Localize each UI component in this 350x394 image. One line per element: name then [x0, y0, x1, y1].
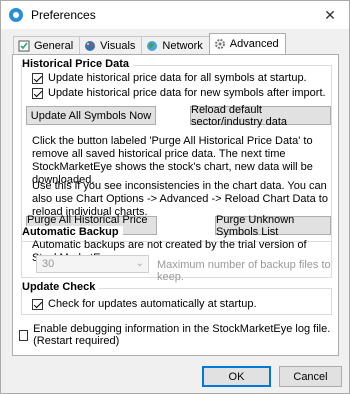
update-all-symbols-button[interactable]: Update All Symbols Now — [26, 106, 156, 125]
tab-advanced[interactable]: Advanced — [208, 33, 286, 54]
tab-bar: General Visuals Network Advanced — [13, 33, 286, 54]
debug-logging-label: Enable debugging information in the Stoc… — [33, 323, 331, 347]
historical-price-title: Historical Price Data — [22, 58, 133, 70]
app-icon — [9, 8, 23, 22]
update-check-group: Update Check Check for updates automatic… — [21, 281, 332, 315]
tab-network[interactable]: Network — [141, 36, 210, 54]
checkbox-unchecked-icon — [19, 329, 29, 341]
tab-visuals[interactable]: Visuals — [79, 36, 143, 54]
tab-general-label: General — [34, 39, 74, 52]
ok-button[interactable]: OK — [202, 366, 271, 387]
gear-icon — [214, 39, 225, 49]
palette-icon — [85, 40, 96, 51]
tab-visuals-label: Visuals — [100, 39, 136, 52]
reload-sector-industry-button[interactable]: Reload default sector/industry data — [190, 104, 331, 128]
update-new-import-checkbox[interactable]: Update historical price data for new sym… — [32, 87, 326, 99]
chevron-down-icon: ⌄ — [135, 258, 144, 269]
historical-price-group: Historical Price Data Update historical … — [21, 58, 332, 242]
checkbox-checked-icon — [32, 87, 43, 99]
max-backup-files-select[interactable]: 30 ⌄ — [36, 255, 149, 273]
globe-icon — [147, 40, 158, 51]
cancel-button[interactable]: Cancel — [279, 366, 342, 387]
update-all-startup-checkbox[interactable]: Update historical price data for all sym… — [32, 72, 307, 84]
preferences-dialog: Preferences ✕ General Visuals Network Ad… — [0, 0, 350, 394]
update-new-import-label: Update historical price data for new sym… — [48, 87, 326, 99]
check-updates-label: Check for updates automatically at start… — [48, 298, 257, 310]
max-backup-files-label: Maximum number of backup files to keep. — [157, 259, 331, 283]
checkbox-icon — [18, 40, 30, 51]
check-updates-checkbox[interactable]: Check for updates automatically at start… — [32, 298, 257, 310]
update-check-title: Update Check — [22, 281, 100, 293]
debug-logging-checkbox[interactable]: Enable debugging information in the Stoc… — [19, 323, 338, 347]
tab-advanced-label: Advanced — [229, 38, 279, 50]
max-backup-files-value: 30 — [42, 258, 55, 270]
advanced-panel: Historical Price Data Update historical … — [12, 54, 339, 356]
automatic-backup-title: Automatic Backup — [22, 226, 123, 238]
tab-general[interactable]: General — [13, 36, 81, 54]
automatic-backup-group: Automatic Backup Automatic backups are n… — [21, 226, 332, 283]
update-all-startup-label: Update historical price data for all sym… — [48, 72, 307, 84]
checkbox-checked-icon — [32, 72, 43, 84]
title-bar: Preferences ✕ — [1, 1, 349, 29]
checkbox-checked-icon — [32, 298, 43, 310]
window-title: Preferences — [31, 8, 96, 22]
close-button[interactable]: ✕ — [311, 1, 349, 29]
tab-network-label: Network — [162, 39, 203, 52]
